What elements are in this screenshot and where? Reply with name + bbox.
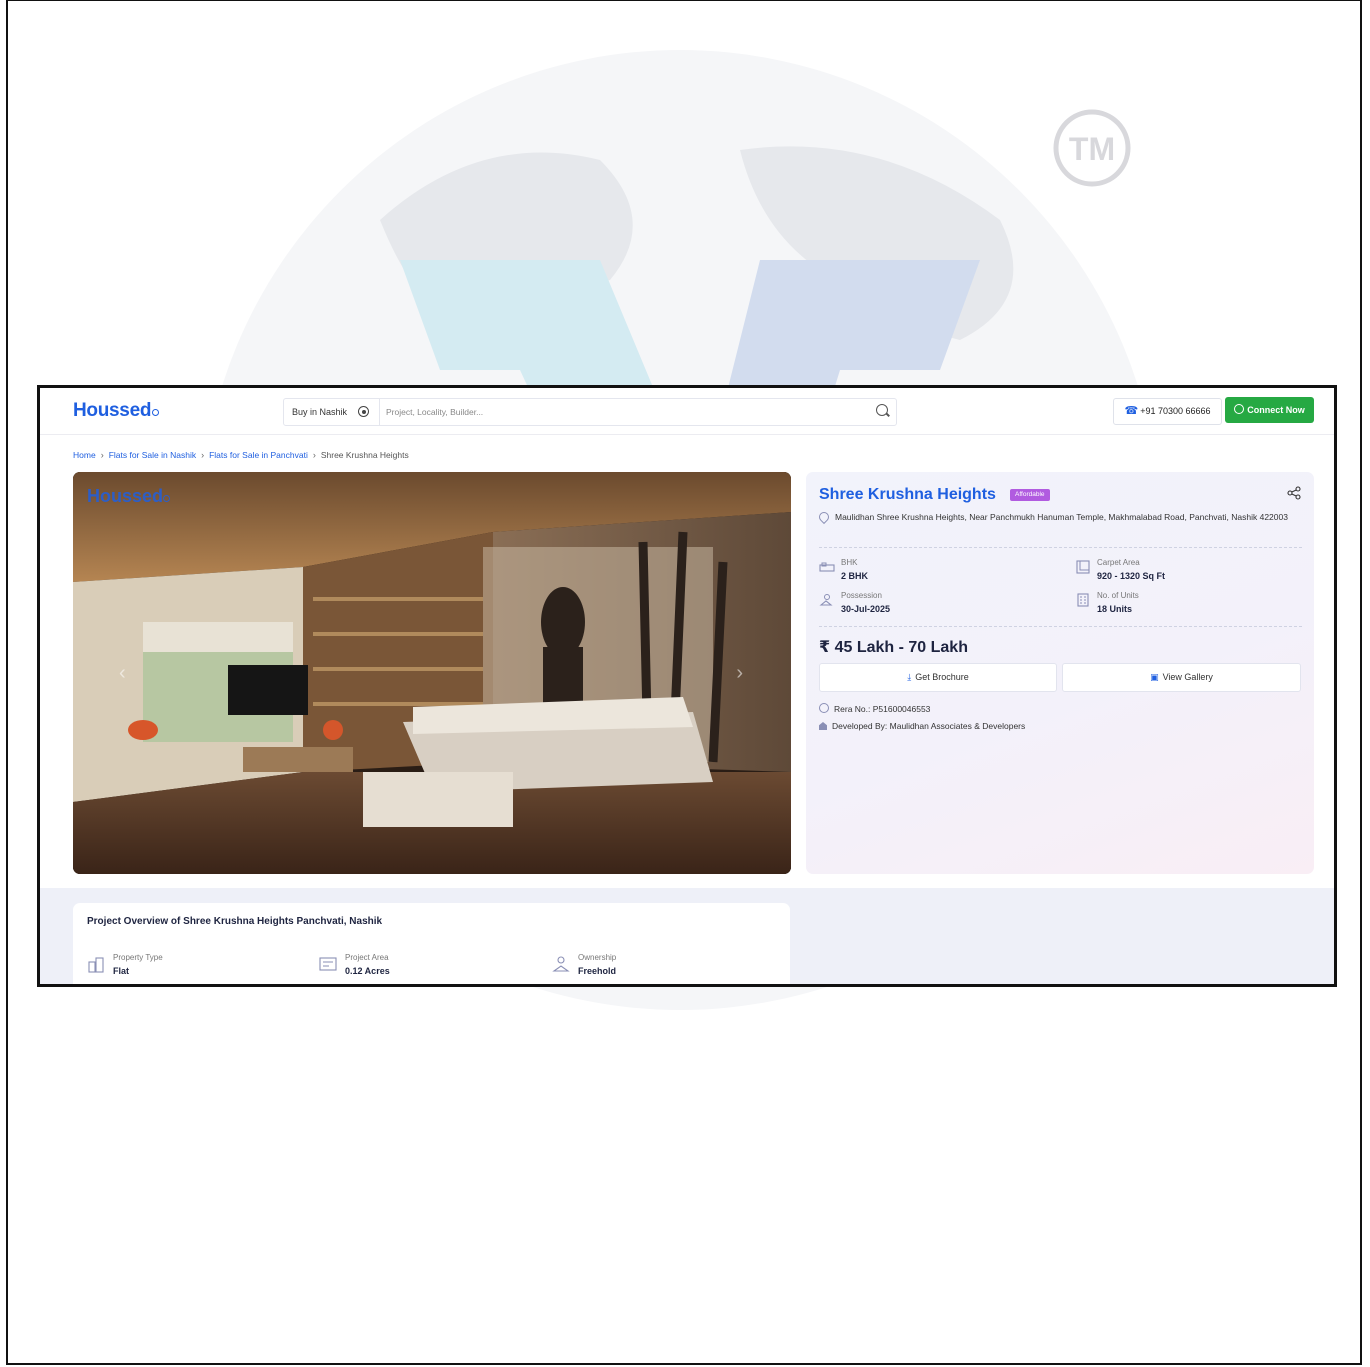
project-area-icon: [319, 957, 337, 971]
rera-number: Rera No.: P51600046553: [819, 703, 930, 714]
location-pin-icon: [816, 509, 832, 525]
units-icon: [1077, 593, 1089, 607]
share-icon[interactable]: [1287, 486, 1301, 500]
project-address: Maulidhan Shree Krushna Heights, Near Pa…: [835, 512, 1288, 522]
overview-title: Project Overview of Shree Krushna Height…: [87, 916, 383, 927]
overview-project-area: Project Area 0.12 Acres: [319, 953, 519, 979]
possession-icon: [819, 594, 833, 606]
ownership-icon: [552, 956, 570, 972]
spec-possession-label: Possession: [841, 591, 882, 600]
spec-bhk-label: BHK: [841, 558, 858, 567]
bhk-icon: [819, 562, 835, 572]
breadcrumb-flats-panchvati[interactable]: Flats for Sale in Panchvati: [209, 450, 308, 460]
chevron-right-icon: ›: [312, 450, 316, 460]
divider: [819, 547, 1302, 548]
houssed-logo[interactable]: Houssed: [73, 400, 160, 422]
breadcrumb-current: Shree Krushna Heights: [320, 450, 409, 460]
phone-number: +91 70300 66666: [1140, 406, 1211, 416]
spec-bhk-value: 2 BHK: [841, 571, 869, 581]
building-icon: [819, 722, 827, 730]
overview-property-type: Property Type Flat: [87, 953, 287, 979]
overview-ownership: Ownership Freehold: [552, 953, 752, 979]
overview-project-area-label: Project Area: [345, 953, 389, 962]
project-summary-card: Shree Krushna Heights Affordable Maulidh…: [806, 472, 1314, 874]
hero-watermark-logo: Houssed: [87, 486, 171, 507]
project-overview-card: Project Overview of Shree Krushna Height…: [73, 903, 790, 984]
gallery-icon: ▣: [1150, 672, 1159, 682]
view-gallery-button[interactable]: ▣ View Gallery: [1062, 663, 1301, 692]
app-screenshot: Houssed Buy in Nashik ☎+91 70300 66666 C…: [37, 385, 1337, 987]
spec-carpet-area-value: 920 - 1320 Sq Ft: [1097, 571, 1166, 581]
search-icon[interactable]: [876, 404, 888, 416]
carpet-area-icon: [1076, 560, 1090, 574]
spec-carpet-area-label: Carpet Area: [1097, 558, 1140, 567]
search-input[interactable]: [384, 401, 858, 423]
project-title: Shree Krushna Heights: [819, 486, 996, 503]
breadcrumb: Home › Flats for Sale in Nashik › Flats for …: [73, 450, 409, 460]
developer-text: Developed By: Maulidhan Associates & Dev…: [832, 721, 1026, 731]
spec-bhk: BHK 2 BHK: [819, 558, 1039, 586]
get-brochure-button[interactable]: ⤓ Get Brochure: [819, 663, 1057, 692]
spec-possession-value: 30-Jul-2025: [841, 604, 891, 614]
price-range: ₹ 45 Lakh - 70 Lakh: [819, 639, 968, 656]
developer-info: Developed By: Maulidhan Associates & Dev…: [819, 721, 1025, 731]
overview-ownership-value: Freehold: [578, 966, 617, 976]
chevron-right-icon: ›: [201, 450, 205, 460]
overview-property-type-label: Property Type: [113, 953, 163, 962]
overview-property-type-value: Flat: [113, 966, 130, 976]
city-selector[interactable]: Buy in Nashik: [284, 399, 380, 425]
search-bar: Buy in Nashik: [283, 398, 897, 426]
chevron-right-icon: ›: [100, 450, 104, 460]
get-brochure-label: Get Brochure: [915, 672, 969, 682]
breadcrumb-home[interactable]: Home: [73, 450, 96, 460]
spec-possession: Possession 30-Jul-2025: [819, 591, 1039, 619]
connect-now-button[interactable]: Connect Now: [1225, 397, 1314, 423]
spec-units-value: 18 Units: [1097, 604, 1133, 614]
overview-project-area-value: 0.12 Acres: [345, 966, 390, 976]
cloud-download-icon: ⤓: [907, 672, 912, 682]
spec-units: No. of Units 18 Units: [1075, 591, 1295, 619]
phone-icon: ☎: [1124, 405, 1139, 417]
rera-text: Rera No.: P51600046553: [834, 704, 931, 714]
property-type-icon: [88, 957, 104, 973]
connect-now-label: Connect Now: [1247, 405, 1305, 415]
top-navbar: Houssed Buy in Nashik ☎+91 70300 66666 C…: [40, 388, 1334, 435]
overview-section: Project Overview of Shree Krushna Height…: [40, 888, 1334, 984]
living-room-photo: [73, 472, 791, 874]
verified-icon: [819, 703, 829, 713]
affordable-badge: Affordable: [1010, 489, 1050, 501]
hero-image-carousel[interactable]: Houssed ‹ ›: [73, 472, 791, 874]
overview-ownership-label: Ownership: [578, 953, 617, 962]
whatsapp-icon: [1234, 404, 1245, 414]
city-selector-label: Buy in Nashik: [292, 407, 348, 417]
view-gallery-label: View Gallery: [1162, 672, 1213, 682]
location-target-icon[interactable]: [358, 406, 369, 417]
carousel-next-icon[interactable]: ›: [736, 662, 743, 685]
spec-carpet-area: Carpet Area 920 - 1320 Sq Ft: [1075, 558, 1295, 586]
divider: [819, 626, 1302, 627]
phone-button[interactable]: ☎ +91 70300 66666: [1113, 398, 1222, 425]
carousel-prev-icon[interactable]: ‹: [119, 662, 126, 685]
breadcrumb-flats-nashik[interactable]: Flats for Sale in Nashik: [109, 450, 196, 460]
spec-units-label: No. of Units: [1097, 591, 1139, 600]
